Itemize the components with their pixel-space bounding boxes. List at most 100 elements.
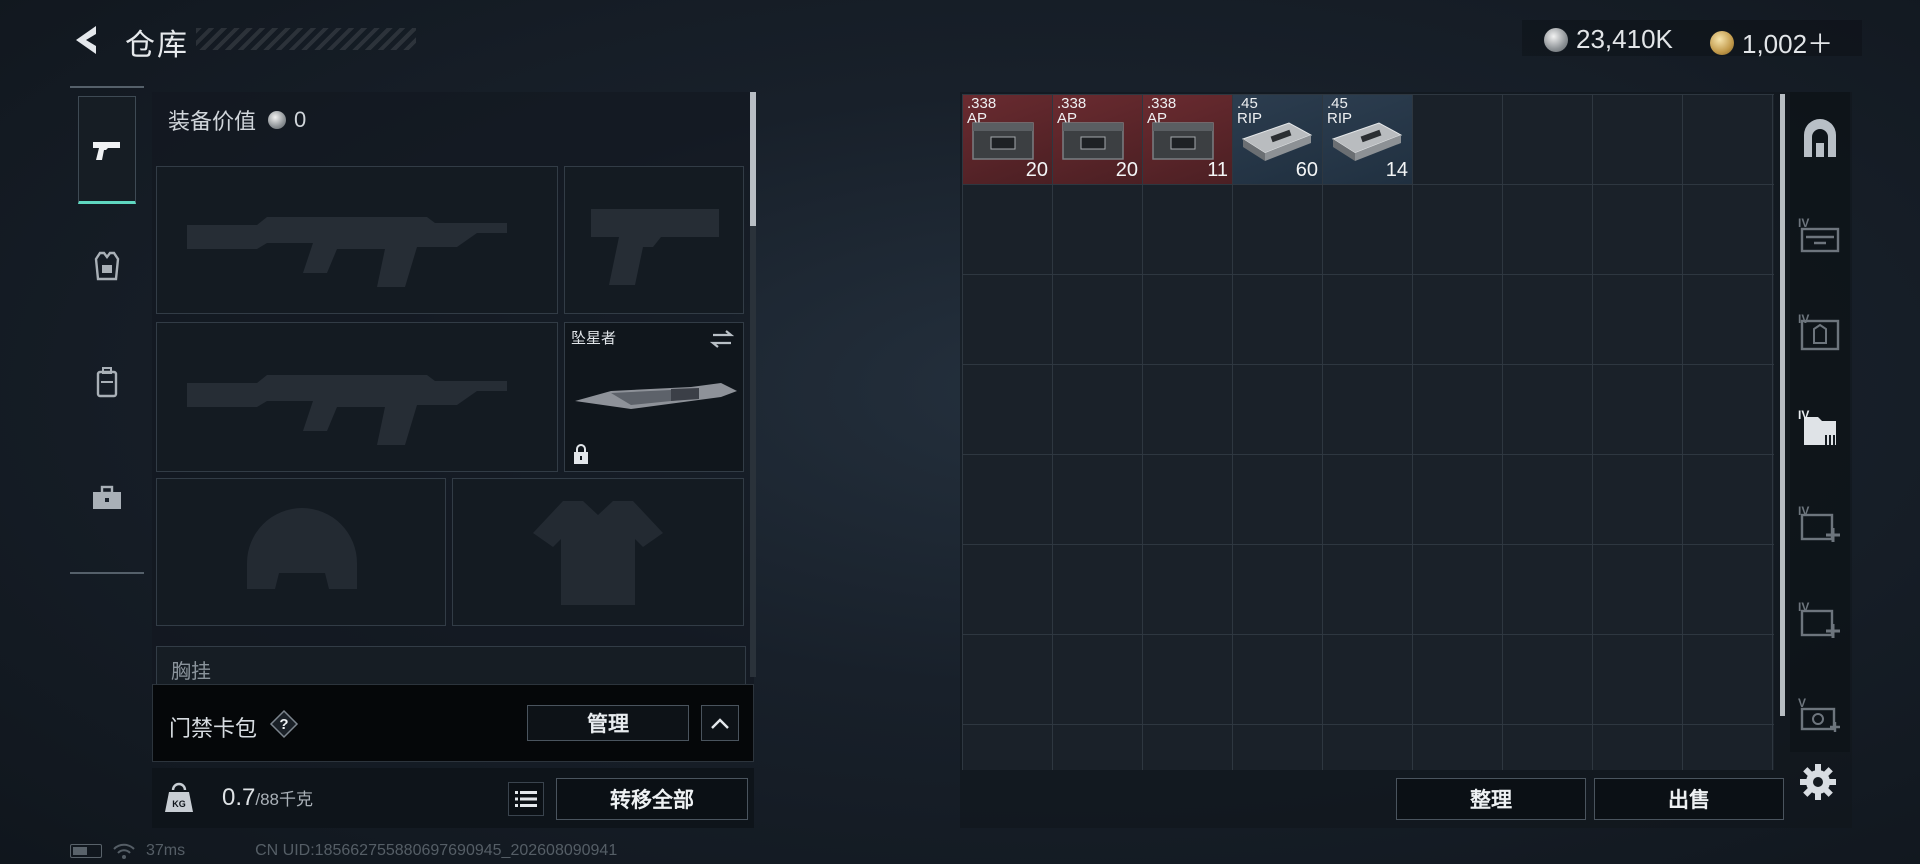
gold-currency[interactable]: 1,002＋ [1710,24,1833,61]
wifi-icon [113,843,135,859]
battery-icon [70,844,102,858]
medical-case-icon: IV [1798,504,1840,542]
svg-text:KG: KG [172,799,186,809]
storage-scrollbar[interactable] [1780,94,1785,716]
container-tier: IV [1798,408,1809,422]
container-tab[interactable] [1790,96,1850,186]
gear-icon[interactable] [1798,762,1838,802]
equipment-scrollbar-thumb[interactable] [750,92,756,226]
user-uid: CN UID:185662755880697690945_20260809094… [255,842,618,859]
back-arrow-icon[interactable] [70,22,106,58]
chevron-up-icon [711,718,729,729]
title-decoration [196,28,416,50]
item-quantity: 20 [1025,159,1048,181]
sell-button[interactable]: 出售 [1594,778,1784,820]
ammo-item[interactable]: .45 RIP 60 [1233,95,1322,184]
helmet-slot[interactable] [156,478,446,626]
ammo-item[interactable]: .338 AP 20 [1053,95,1142,184]
equipment-value: 装备价值 0 [168,104,306,136]
equipment-value-amount: 0 [294,107,307,132]
gold-coin-icon [1710,30,1734,55]
item-quantity: 20 [1115,159,1138,181]
help-icon[interactable]: ? [269,709,299,739]
container-tab[interactable]: IV [1790,576,1850,666]
chest-rig-label: 胸挂 [171,661,211,683]
melee-slot-label: 坠星者 [571,330,617,347]
helmet-silhouette-icon [247,508,357,589]
transfer-all-button[interactable]: 转移全部 [556,778,748,820]
help-text: ? [279,716,288,733]
weight-current: 0.7 [222,784,256,811]
container-tier: IV [1798,216,1809,230]
page-title: 仓库 [125,29,189,62]
collapse-button[interactable] [701,705,739,741]
storage-grid[interactable]: .338 AP 20.338 AP 20.338 AP 11.45 RIP 60.45 RIP 14 [962,94,1774,770]
nav-backpack[interactable] [78,328,136,436]
equipment-value-label: 装备价值 [168,109,257,134]
ammo-box-icon [972,122,1034,160]
melee-slot[interactable]: 坠星者 [564,322,744,472]
container-tier: IV [1798,312,1809,326]
storage-container-tabs: IV IV IV IV IV V [1790,92,1850,752]
ammo-box-icon [1331,122,1403,161]
nav-armor[interactable] [78,212,136,320]
body-armor-slot[interactable] [452,478,744,626]
pistol-slot[interactable] [564,166,744,314]
list-view-button[interactable] [508,782,544,816]
weight-bar: KG 0.7/88千克 转移全部 [152,768,754,828]
sort-button[interactable]: 整理 [1396,778,1586,820]
ping-value: 37ms [146,842,186,859]
ammo-item[interactable]: .45 RIP 14 [1323,95,1412,184]
item-quantity: 60 [1295,159,1318,181]
silver-amount: 23,410K [1576,24,1673,54]
backpack-icon [96,367,118,398]
status-bar: 37ms CN UID:185662755880697690945_202608… [70,842,617,860]
toolbox-icon [93,485,121,509]
keycard-wallet-label: 门禁卡包 [169,716,258,741]
ammo-box-icon [1062,122,1124,160]
ammo-box-icon [1152,122,1214,160]
pistol-icon [93,142,120,160]
keycard-wallet-bar: 门禁卡包 ? 管理 [152,684,754,762]
silver-coin-icon [268,111,287,129]
rifle-silhouette-icon [187,217,507,287]
weight-max: /88千克 [255,790,314,809]
pistol-silhouette-icon [591,209,719,285]
swap-icon[interactable] [709,329,735,349]
safe-box-icon [1804,119,1836,157]
secondary-weapon-slot[interactable] [156,322,558,472]
weight-readout: 0.7/88千克 [222,784,313,812]
item-quantity: 14 [1385,159,1408,181]
container-tier: V [1798,696,1806,710]
equipment-category-nav [70,86,144,574]
ammo-item[interactable]: .338 AP 20 [963,95,1052,184]
primary-weapon-slot[interactable] [156,166,558,314]
lock-icon [574,444,588,464]
chest-rig-slot[interactable]: 胸挂 [156,646,746,686]
armor-vest-icon [94,251,120,281]
nav-weapons[interactable] [78,96,136,204]
manage-button[interactable]: 管理 [527,705,689,741]
container-tab[interactable]: IV [1790,288,1850,378]
medical-case-icon: IV [1798,600,1840,638]
item-quantity: 11 [1207,159,1228,181]
currency-bar: 23,410K 1,002＋ [1522,20,1862,59]
armor-case-icon: IV [1798,312,1840,351]
container-tab[interactable]: IV [1790,192,1850,282]
ammo-box-icon [1241,122,1313,161]
rifle-silhouette-icon [187,375,507,445]
gold-amount: 1,002＋ [1742,29,1834,59]
ammo-item[interactable]: .338 AP 11 [1143,95,1232,184]
ammo-case-icon: V [1798,696,1840,732]
document-case-icon: IV [1798,408,1836,445]
container-tab[interactable]: V [1790,672,1850,762]
weapon-case-icon: IV [1798,216,1840,253]
container-tab[interactable]: IV [1790,384,1850,474]
knife-icon [575,383,737,409]
silver-currency: 23,410K [1544,24,1673,55]
armor-silhouette-icon [533,501,663,605]
nav-toolbox[interactable] [78,444,136,552]
container-tab[interactable]: IV [1790,480,1850,570]
container-tier: IV [1798,600,1809,614]
list-icon [515,791,537,807]
